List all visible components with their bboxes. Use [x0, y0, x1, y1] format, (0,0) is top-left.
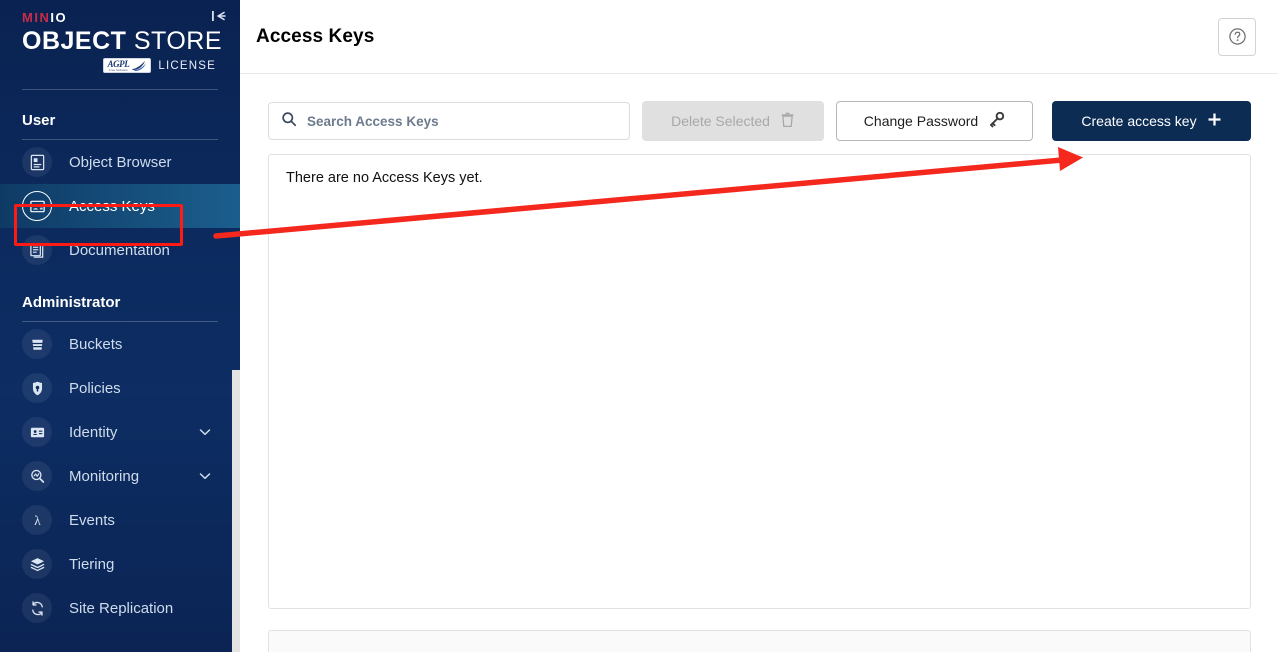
collapse-left-icon — [212, 11, 226, 21]
sidebar-item-label: Events — [69, 511, 115, 529]
key-icon — [988, 111, 1005, 131]
delete-selected-label: Delete Selected — [671, 113, 770, 129]
product-name-store: STORE — [126, 27, 223, 55]
minio-brand-text: MINIO — [22, 10, 218, 25]
help-button[interactable] — [1218, 17, 1256, 56]
sidebar-section-title-administrator: Administrator — [22, 294, 121, 311]
sidebar-scrollbar[interactable] — [232, 370, 240, 652]
content-area: Delete Selected Change Password — [240, 74, 1278, 652]
access-keys-icon — [22, 191, 52, 221]
sidebar-logo: MINIO OBJECT STORE AGPL Free Software LI… — [0, 0, 240, 73]
logo-divider — [22, 89, 218, 90]
chevron-down-icon[interactable] — [196, 467, 214, 485]
sidebar: MINIO OBJECT STORE AGPL Free Software LI… — [0, 0, 240, 652]
toolbar: Delete Selected Change Password — [268, 100, 1251, 142]
search-icon — [281, 111, 297, 132]
bucket-icon — [22, 329, 52, 359]
sidebar-item-label: Access Keys — [69, 197, 155, 215]
create-access-key-button[interactable]: Create access key — [1052, 101, 1251, 141]
app-root: MINIO OBJECT STORE AGPL Free Software LI… — [0, 0, 1278, 652]
events-lambda-icon: λ — [22, 505, 52, 535]
tiering-layers-icon — [22, 549, 52, 579]
sidebar-item-label: Site Replication — [69, 599, 174, 617]
sidebar-item-label: Identity — [69, 423, 118, 441]
identity-card-icon — [22, 417, 52, 447]
main-content: Access Keys Search Access Keys Delete Se… — [240, 0, 1278, 652]
agpl-badge-icon: AGPL Free Software — [103, 58, 152, 73]
search-input[interactable] — [307, 103, 617, 139]
sidebar-item-policies[interactable]: Policies — [0, 366, 240, 410]
chevron-down-icon[interactable] — [196, 423, 214, 441]
policy-lock-icon — [22, 373, 52, 403]
search-access-keys-box[interactable] — [268, 102, 630, 140]
sidebar-item-site-replication[interactable]: Site Replication — [0, 586, 240, 630]
agpl-badge-subtext: Free Software — [109, 67, 128, 72]
page-title: Access Keys — [256, 25, 375, 47]
site-replication-icon — [22, 593, 52, 623]
svg-text:λ: λ — [34, 512, 41, 527]
sidebar-item-documentation[interactable]: Documentation — [0, 228, 240, 272]
secondary-panel — [268, 630, 1251, 652]
page-header: Access Keys — [240, 0, 1278, 74]
product-name: OBJECT STORE — [22, 27, 222, 55]
sidebar-item-object-browser[interactable]: Object Browser — [0, 140, 240, 184]
sidebar-item-label: Policies — [69, 379, 121, 397]
product-name-object: OBJECT — [22, 27, 127, 55]
sidebar-item-label: Tiering — [69, 555, 115, 573]
monitoring-magnifier-icon — [22, 461, 52, 491]
sidebar-item-buckets[interactable]: Buckets — [0, 322, 240, 366]
sidebar-item-label: Documentation — [69, 241, 170, 259]
sidebar-item-label: Monitoring — [69, 467, 140, 485]
help-question-icon — [1228, 28, 1246, 45]
empty-state-message: There are no Access Keys yet. — [286, 170, 483, 186]
sidebar-item-identity[interactable]: Identity — [0, 410, 240, 454]
minio-brand-io: IO — [50, 10, 68, 25]
sidebar-item-label: Buckets — [69, 335, 123, 353]
change-password-label: Change Password — [863, 113, 979, 129]
sidebar-item-tiering[interactable]: Tiering — [0, 542, 240, 586]
sidebar-collapse-button[interactable] — [208, 5, 230, 27]
plus-icon — [1207, 112, 1222, 130]
license-label: LICENSE — [158, 59, 216, 72]
sidebar-item-monitoring[interactable]: Monitoring — [0, 454, 240, 498]
sidebar-section-title-user: User — [22, 112, 56, 129]
change-password-button[interactable]: Change Password — [836, 101, 1033, 141]
object-browser-icon — [22, 147, 52, 177]
delete-selected-button[interactable]: Delete Selected — [642, 101, 824, 141]
trash-icon — [780, 112, 795, 131]
minio-brand-min: MIN — [22, 10, 51, 25]
sidebar-item-label: Object Browser — [69, 153, 172, 171]
access-keys-panel: There are no Access Keys yet. — [268, 154, 1251, 609]
create-access-key-label: Create access key — [1081, 113, 1197, 129]
license-row: AGPL Free Software LICENSE — [22, 58, 218, 73]
documentation-icon — [22, 235, 52, 265]
sidebar-item-access-keys[interactable]: Access Keys — [0, 184, 240, 228]
sidebar-item-events[interactable]: λ Events — [0, 498, 240, 542]
